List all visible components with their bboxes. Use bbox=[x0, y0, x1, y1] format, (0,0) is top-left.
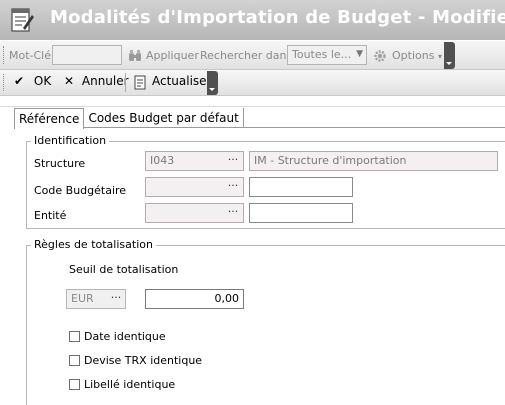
search-toolbar: Mot-Clé Appliquer Rechercher dans Toutes… bbox=[0, 41, 505, 70]
action-toolbar: ✔ OK ✕ Annuler Actualiser bbox=[0, 70, 505, 96]
gear-icon[interactable] bbox=[373, 48, 387, 62]
same-date-label: Date identique bbox=[84, 330, 166, 343]
cancel-button[interactable]: ✕ Annuler bbox=[64, 74, 129, 88]
currency-lookup-button[interactable]: ··· bbox=[108, 291, 124, 306]
currency-value: EUR bbox=[71, 292, 94, 305]
keyword-input[interactable] bbox=[52, 45, 122, 65]
cancel-label: Annuler bbox=[81, 74, 129, 88]
ok-button[interactable]: ✔ OK bbox=[14, 74, 51, 88]
options-dropdown-icon: ▾ bbox=[437, 52, 442, 61]
title-bar: Modalités d'Importation de Budget - Modi… bbox=[0, 0, 505, 40]
ok-label: OK bbox=[33, 74, 52, 88]
refresh-label: Actualiser bbox=[152, 74, 212, 88]
apply-filter-icon[interactable] bbox=[128, 48, 142, 62]
content-separator bbox=[0, 96, 505, 107]
structure-lookup-button[interactable]: ··· bbox=[225, 153, 241, 168]
structure-label: Structure bbox=[34, 157, 86, 170]
options-label: Options bbox=[392, 49, 435, 62]
close-icon: ✕ bbox=[64, 74, 75, 88]
toolbar-grip[interactable] bbox=[3, 46, 6, 64]
same-date-checkbox[interactable] bbox=[69, 331, 80, 342]
refresh-button[interactable]: Actualiser bbox=[134, 74, 212, 90]
entity-description-field bbox=[249, 203, 353, 223]
refresh-document-icon bbox=[134, 75, 147, 90]
toolbar-overflow-button[interactable] bbox=[444, 42, 455, 69]
options-button[interactable]: Options ▾ bbox=[392, 49, 442, 62]
same-trx-currency-checkbox[interactable] bbox=[69, 355, 80, 366]
budget-code-description-field bbox=[249, 177, 353, 197]
budget-code-lookup-button[interactable]: ··· bbox=[225, 179, 241, 194]
structure-code-value: I043 bbox=[150, 154, 175, 167]
apply-button[interactable]: Appliquer bbox=[146, 49, 199, 62]
identification-legend: Identification bbox=[31, 134, 110, 147]
entity-lookup-button[interactable]: ··· bbox=[225, 205, 241, 220]
chevron-down-icon: ▼ bbox=[356, 49, 363, 59]
document-edit-icon bbox=[8, 6, 36, 34]
tab-default-budget-codes[interactable]: Codes Budget par défaut bbox=[84, 108, 244, 128]
budget-code-label: Code Budgétaire bbox=[34, 184, 127, 197]
structure-description-field: IM - Structure d'importation bbox=[249, 151, 498, 171]
search-in-select[interactable]: Toutes le... ▼ bbox=[287, 45, 367, 65]
tab-reference[interactable]: Référence bbox=[14, 108, 85, 129]
same-label-checkbox[interactable] bbox=[69, 379, 80, 390]
tab-strip: Référence Codes Budget par défaut bbox=[14, 108, 244, 129]
toolbar-separator bbox=[125, 73, 126, 92]
threshold-input[interactable]: 0,00 bbox=[145, 289, 244, 309]
toolbar-grip[interactable] bbox=[3, 74, 6, 91]
same-label-label: Libellé identique bbox=[84, 378, 176, 391]
toolbar-overflow-button[interactable] bbox=[207, 71, 218, 95]
checkmark-icon: ✔ bbox=[14, 74, 25, 88]
threshold-label: Seuil de totalisation bbox=[69, 263, 179, 276]
search-in-label: Rechercher dans bbox=[200, 49, 293, 62]
window-title: Modalités d'Importation de Budget - Modi… bbox=[50, 7, 505, 28]
search-in-value: Toutes le... bbox=[292, 48, 352, 61]
totals-legend: Règles de totalisation bbox=[31, 238, 156, 251]
same-trx-currency-label: Devise TRX identique bbox=[84, 354, 203, 367]
keyword-label: Mot-Clé bbox=[9, 49, 52, 62]
entity-label: Entité bbox=[34, 209, 67, 222]
